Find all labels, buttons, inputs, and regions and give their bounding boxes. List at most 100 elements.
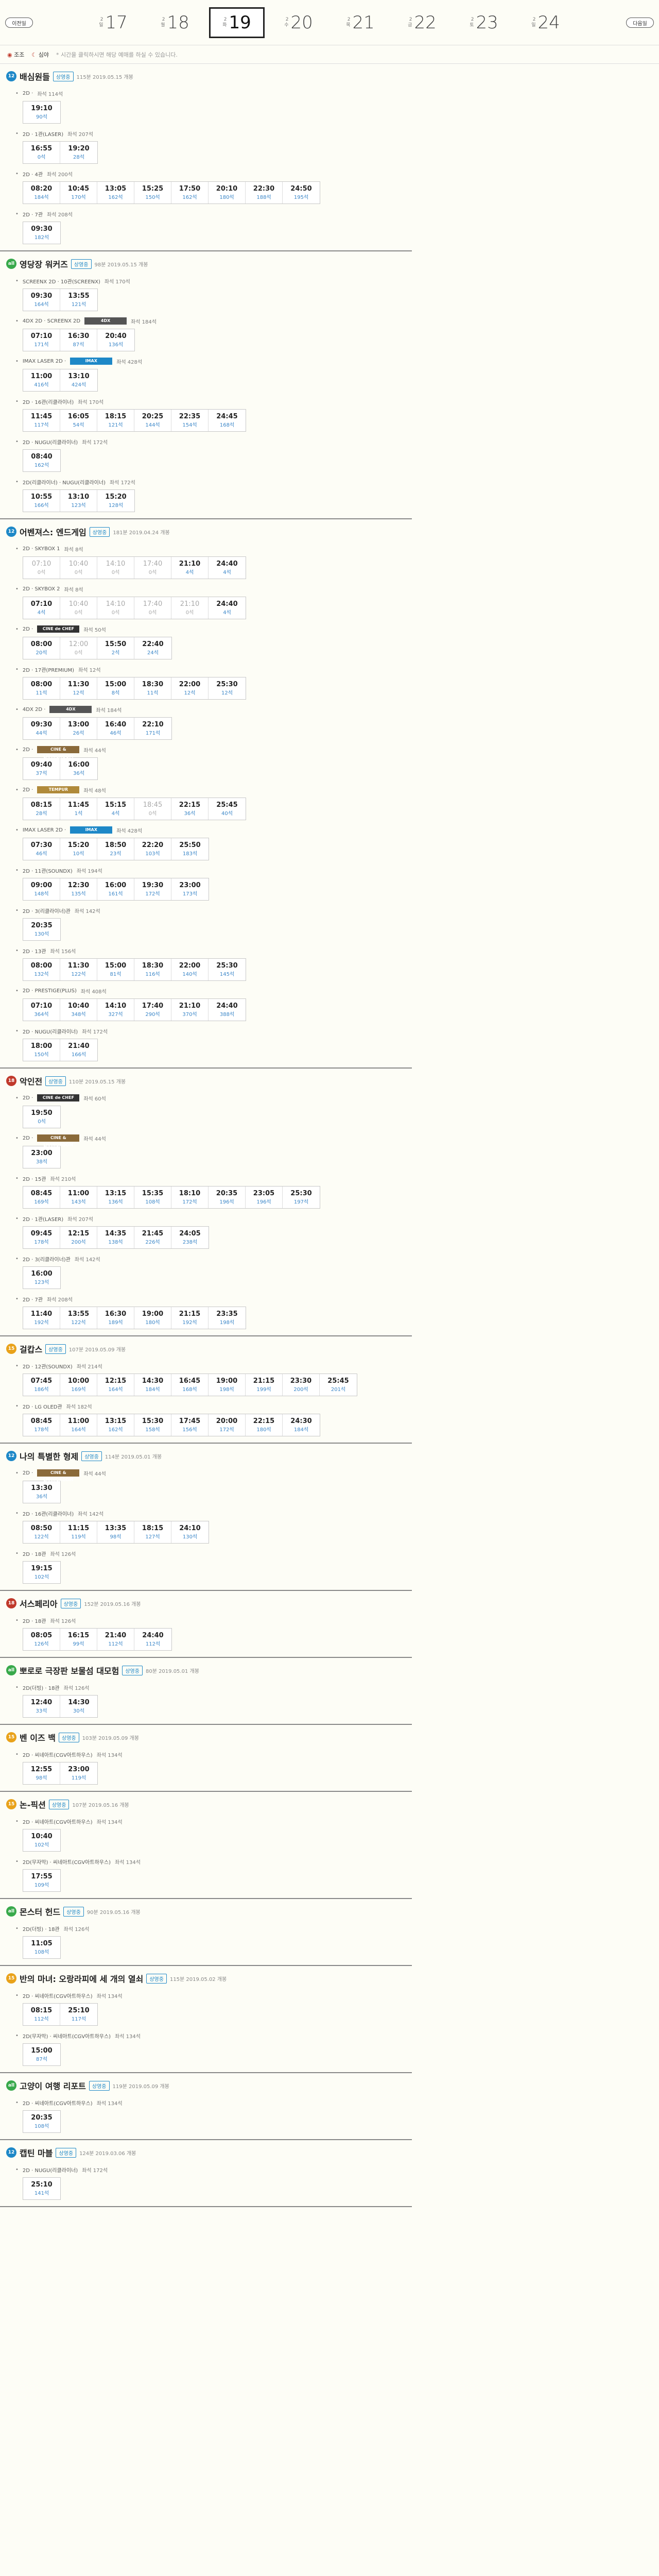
showtime-button[interactable]: 16:45 168석 [171, 1374, 209, 1396]
showtime-button[interactable]: 15:00 8석 [97, 677, 134, 699]
showtime-button[interactable]: 22:35 154석 [171, 410, 209, 431]
showtime-button[interactable]: 09:40 37석 [23, 758, 60, 779]
showtime-button[interactable]: 25:45 201석 [320, 1374, 357, 1396]
showtime-button[interactable]: 25:45 40석 [209, 798, 246, 820]
showtime-button[interactable]: 20:40 136석 [97, 329, 134, 351]
showtime-button[interactable]: 12:40 33석 [23, 1696, 60, 1717]
showtime-button[interactable]: 08:00 20석 [23, 637, 60, 659]
showtime-button[interactable]: 08:15 112석 [23, 2004, 60, 2025]
showtime-button[interactable]: 19:15 102석 [23, 1562, 60, 1583]
showtime-button[interactable]: 09:45 178석 [23, 1227, 60, 1248]
showtime-button[interactable]: 20:35 130석 [23, 919, 60, 940]
showtime-button[interactable]: 13:15 136석 [97, 1187, 134, 1208]
showtime-button[interactable]: 08:45 169석 [23, 1187, 60, 1208]
movie-title[interactable]: 나의 특별한 형제 [20, 1450, 78, 1462]
showtime-button[interactable]: 08:20 184석 [23, 182, 60, 204]
movie-title[interactable]: 뽀로로 극장판 보물섬 대모험 [20, 1664, 119, 1676]
showtime-button[interactable]: 08:15 28석 [23, 798, 60, 820]
showtime-button[interactable]: 10:00 169석 [60, 1374, 97, 1396]
movie-title[interactable]: 고양이 여행 리포트 [20, 2079, 86, 2092]
showtime-button[interactable]: 23:30 200석 [283, 1374, 320, 1396]
showtime-button[interactable]: 24:40 388석 [209, 999, 246, 1021]
showtime-button[interactable]: 14:10 327석 [97, 999, 134, 1021]
showtime-button[interactable]: 24:40 4석 [209, 597, 246, 619]
showtime-button[interactable]: 20:25 144석 [134, 410, 171, 431]
showtime-button[interactable]: 21:40 166석 [60, 1039, 97, 1061]
showtime-button[interactable]: 18:15 121석 [97, 410, 134, 431]
showtime-button[interactable]: 18:50 23석 [97, 838, 134, 860]
showtime-button[interactable]: 11:00 143석 [60, 1187, 97, 1208]
showtime-button[interactable]: 24:30 184석 [283, 1414, 320, 1436]
showtime-button[interactable]: 16:30 189석 [97, 1307, 134, 1329]
showtime-button[interactable]: 12:30 135석 [60, 878, 97, 900]
showtime-button[interactable]: 22:30 188석 [246, 182, 283, 204]
showtime-button[interactable]: 11:00 416석 [23, 369, 60, 391]
showtime-button[interactable]: 07:10 364석 [23, 999, 60, 1021]
next-day-button[interactable]: 다음일 [626, 18, 654, 28]
showtime-button[interactable]: 16:15 99석 [60, 1629, 97, 1650]
showtime-button[interactable]: 12:55 98석 [23, 1762, 60, 1784]
showtime-button[interactable]: 19:20 28석 [60, 142, 97, 163]
showtime-button[interactable]: 08:00 11석 [23, 677, 60, 699]
showtime-button[interactable]: 13:35 98석 [97, 1521, 134, 1543]
movie-title[interactable]: 반의 마녀: 오랑라피에 세 개의 열쇠 [20, 1972, 143, 1985]
showtime-button[interactable]: 21:15 199석 [246, 1374, 283, 1396]
showtime-button[interactable]: 09:30 164석 [23, 289, 60, 311]
date-item[interactable]: 2 화 19 [209, 7, 265, 38]
showtime-button[interactable]: 25:30 145석 [209, 959, 246, 980]
showtime-button[interactable]: 10:40 102석 [23, 1829, 60, 1851]
showtime-button[interactable]: 11:15 119석 [60, 1521, 97, 1543]
showtime-button[interactable]: 22:40 24석 [134, 637, 171, 659]
showtime-button[interactable]: 25:10 141석 [23, 2178, 60, 2199]
showtime-button[interactable]: 23:00 119석 [60, 1762, 97, 1784]
showtime-button[interactable]: 23:00 38석 [23, 1146, 60, 1168]
showtime-button[interactable]: 13:05 162석 [97, 182, 134, 204]
showtime-button[interactable]: 16:40 46석 [97, 718, 134, 739]
showtime-button[interactable]: 23:35 198석 [209, 1307, 246, 1329]
showtime-button[interactable]: 09:30 44석 [23, 718, 60, 739]
showtime-button[interactable]: 17:45 156석 [171, 1414, 209, 1436]
showtime-button[interactable]: 21:10 370석 [171, 999, 209, 1021]
movie-title[interactable]: 몬스터 헌드 [20, 1905, 60, 1918]
showtime-button[interactable]: 21:10 4석 [171, 557, 209, 579]
showtime-button[interactable]: 12:15 164석 [97, 1374, 134, 1396]
showtime-button[interactable]: 25:30 197석 [283, 1187, 320, 1208]
showtime-button[interactable]: 08:40 162석 [23, 450, 60, 471]
showtime-button[interactable]: 14:30 30석 [60, 1696, 97, 1717]
showtime-button[interactable]: 22:20 103석 [134, 838, 171, 860]
showtime-button[interactable]: 15:00 87석 [23, 2044, 60, 2065]
showtime-button[interactable]: 19:10 90석 [23, 101, 60, 123]
showtime-button[interactable]: 18:10 172석 [171, 1187, 209, 1208]
showtime-button[interactable]: 07:45 186석 [23, 1374, 60, 1396]
showtime-button[interactable]: 19:00 198석 [209, 1374, 246, 1396]
showtime-button[interactable]: 22:15 36석 [171, 798, 209, 820]
showtime-button[interactable]: 24:40 112석 [134, 1629, 171, 1650]
showtime-button[interactable]: 07:30 46석 [23, 838, 60, 860]
showtime-button[interactable]: 11:45 117석 [23, 410, 60, 431]
showtime-button[interactable]: 25:10 117석 [60, 2004, 97, 2025]
showtime-button[interactable]: 08:00 132석 [23, 959, 60, 980]
showtime-button[interactable]: 20:10 180석 [209, 182, 246, 204]
showtime-button[interactable]: 12:15 200석 [60, 1227, 97, 1248]
showtime-button[interactable]: 21:40 112석 [97, 1629, 134, 1650]
showtime-button[interactable]: 20:35 196석 [209, 1187, 246, 1208]
movie-title[interactable]: 캡틴 마블 [20, 2146, 53, 2159]
showtime-button[interactable]: 20:00 172석 [209, 1414, 246, 1436]
date-item[interactable]: 2 토 23 [456, 7, 512, 38]
showtime-button[interactable]: 11:45 1석 [60, 798, 97, 820]
movie-title[interactable]: 어벤져스: 엔드게임 [20, 526, 86, 538]
showtime-button[interactable]: 15:20 10석 [60, 838, 97, 860]
movie-title[interactable]: 벤 이즈 백 [20, 1731, 56, 1743]
showtime-button[interactable]: 21:45 226석 [134, 1227, 171, 1248]
showtime-button[interactable]: 16:00 161석 [97, 878, 134, 900]
showtime-button[interactable]: 18:15 127석 [134, 1521, 171, 1543]
showtime-button[interactable]: 13:30 36석 [23, 1481, 60, 1503]
showtime-button[interactable]: 09:00 148석 [23, 878, 60, 900]
showtime-button[interactable]: 16:55 0석 [23, 142, 60, 163]
showtime-button[interactable]: 22:10 171석 [134, 718, 171, 739]
showtime-button[interactable]: 11:30 12석 [60, 677, 97, 699]
showtime-button[interactable]: 15:25 150석 [134, 182, 171, 204]
showtime-button[interactable]: 15:00 81석 [97, 959, 134, 980]
showtime-button[interactable]: 13:55 121석 [60, 289, 97, 311]
showtime-button[interactable]: 07:10 4석 [23, 597, 60, 619]
